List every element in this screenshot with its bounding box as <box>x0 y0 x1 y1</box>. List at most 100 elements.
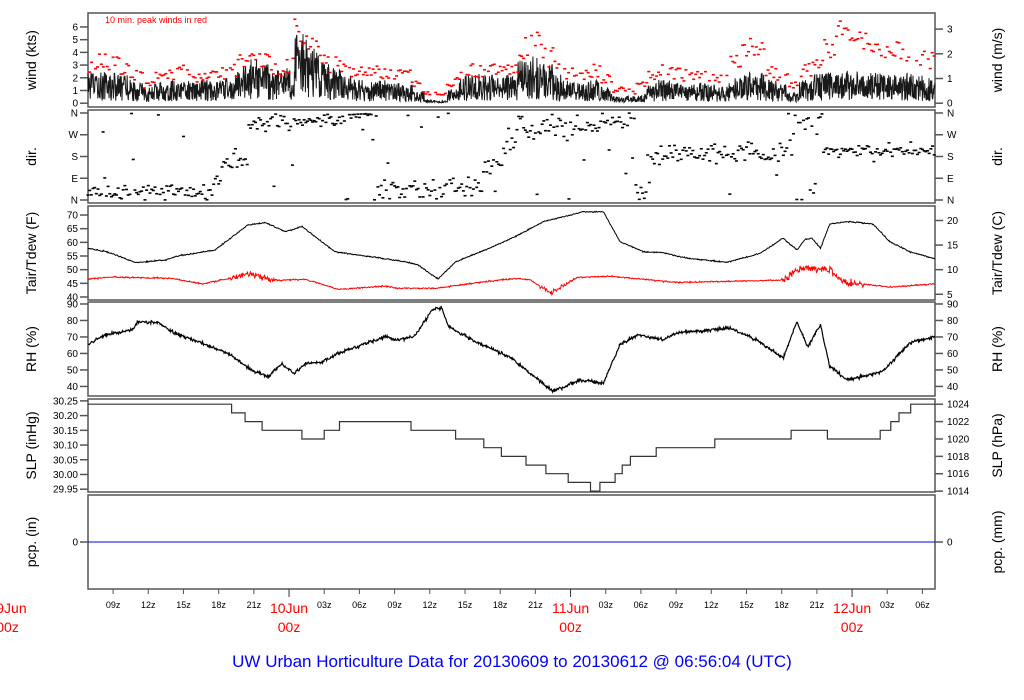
peak-wind-mark <box>831 43 835 46</box>
wind-direction-mark <box>88 189 92 192</box>
peak-wind-mark <box>883 56 887 59</box>
wind-direction-mark <box>94 192 98 195</box>
peak-wind-mark <box>838 20 842 22</box>
peak-wind-mark <box>285 58 289 61</box>
peak-wind-mark <box>393 78 397 80</box>
wind-direction-mark <box>220 166 224 168</box>
wind-direction-mark <box>342 120 346 122</box>
right-axis-title: dir. <box>989 147 1005 166</box>
wind-direction-mark <box>517 115 521 118</box>
wind-direction-mark <box>843 148 847 150</box>
wind-direction-mark <box>632 117 636 120</box>
peak-wind-mark <box>707 79 711 82</box>
panel-dir: NESWNNESWNdir. dir. <box>23 108 1005 206</box>
wind-direction-mark <box>780 146 784 149</box>
wind-direction-mark <box>264 130 268 133</box>
wind-direction-mark <box>185 189 189 192</box>
left-tick-label: 0 <box>72 538 78 549</box>
wind-direction-mark <box>205 199 209 201</box>
right-tick-label: 3 <box>947 25 953 36</box>
wind-direction-mark <box>932 154 936 156</box>
panel-temp: 404550556065705101520Tair/Tdew (F) Tair/T… <box>23 205 1005 303</box>
peak-wind-mark <box>858 31 862 34</box>
peak-wind-mark <box>496 71 500 74</box>
peak-wind-mark <box>219 75 223 77</box>
wind-direction-mark <box>778 142 782 145</box>
wind-direction-mark <box>503 152 507 155</box>
wind-direction-mark <box>183 194 187 196</box>
left-tick-label: 3 <box>72 61 78 72</box>
peak-wind-mark <box>279 75 283 77</box>
time-tick-label: 03z <box>880 600 895 610</box>
peak-wind-note: 10 min. peak winds in red <box>105 15 207 25</box>
wind-direction-mark <box>674 149 678 151</box>
wind-direction-mark <box>642 197 646 200</box>
peak-wind-mark <box>590 76 594 78</box>
left-tick-label: 5 <box>72 35 78 46</box>
peak-wind-mark <box>199 77 203 79</box>
right-tick-label: 70 <box>947 332 959 343</box>
wind-direction-mark <box>683 146 687 149</box>
wind-direction-mark <box>151 189 155 192</box>
wind-direction-mark <box>905 149 909 151</box>
wind-direction-mark <box>522 127 526 129</box>
wind-direction-mark <box>597 126 601 129</box>
wind-direction-mark <box>334 122 338 125</box>
peak-wind-mark <box>273 63 277 65</box>
peak-wind-mark <box>766 69 770 71</box>
wind-direction-mark <box>267 124 271 127</box>
wind-direction-mark <box>850 148 854 150</box>
peak-wind-mark <box>834 35 838 38</box>
wind-direction-mark <box>820 113 824 115</box>
peak-wind-mark <box>322 54 326 57</box>
wind-direction-mark <box>306 120 310 122</box>
wind-direction-mark <box>808 189 812 191</box>
wind-direction-mark <box>812 192 816 194</box>
wind-direction-mark <box>225 158 229 160</box>
peak-wind-mark <box>606 74 610 76</box>
right-tick-label: 15 <box>947 241 959 252</box>
wind-direction-mark <box>93 186 97 189</box>
peak-wind-mark <box>541 56 545 59</box>
peak-wind-mark <box>125 63 129 65</box>
wind-direction-mark <box>708 160 712 162</box>
peak-wind-mark <box>776 79 780 81</box>
wind-direction-mark <box>505 140 509 143</box>
right-tick-label: W <box>947 130 957 141</box>
wind-direction-mark <box>148 192 152 194</box>
wind-direction-mark <box>146 184 150 187</box>
peak-wind-mark <box>502 66 506 68</box>
peak-wind-mark <box>889 52 893 54</box>
wind-direction-mark <box>307 118 311 120</box>
peak-wind-mark <box>516 71 520 73</box>
wind-direction-mark <box>274 113 278 115</box>
right-tick-label: 80 <box>947 316 959 327</box>
wind-direction-mark <box>160 187 164 190</box>
peak-wind-mark <box>207 76 211 79</box>
wind-direction-mark <box>336 119 340 122</box>
peak-wind-mark <box>142 87 146 89</box>
wind-direction-mark <box>218 179 222 182</box>
peak-wind-mark <box>234 75 238 77</box>
time-tick-label: 21z <box>810 600 825 610</box>
wind-direction-mark <box>909 141 913 143</box>
wind-direction-mark <box>736 149 740 152</box>
peak-wind-mark <box>242 65 246 68</box>
wind-direction-mark <box>398 196 402 199</box>
left-tick-label: 45 <box>67 279 79 290</box>
wind-direction-mark <box>302 119 306 121</box>
wind-direction-mark <box>726 153 730 156</box>
wind-direction-mark <box>619 121 623 123</box>
wind-direction-mark <box>560 125 564 127</box>
wind-direction-mark <box>681 149 685 152</box>
wind-direction-mark <box>676 159 680 162</box>
peak-wind-mark <box>918 64 922 66</box>
peak-wind-mark <box>647 70 651 73</box>
peak-wind-mark <box>305 35 309 37</box>
right-tick-label: E <box>947 174 954 185</box>
wind-direction-mark <box>255 128 259 130</box>
wind-direction-mark <box>371 138 375 141</box>
wind-direction-mark <box>659 145 663 148</box>
wind-direction-mark <box>145 189 149 191</box>
wind-direction-mark <box>158 193 162 196</box>
